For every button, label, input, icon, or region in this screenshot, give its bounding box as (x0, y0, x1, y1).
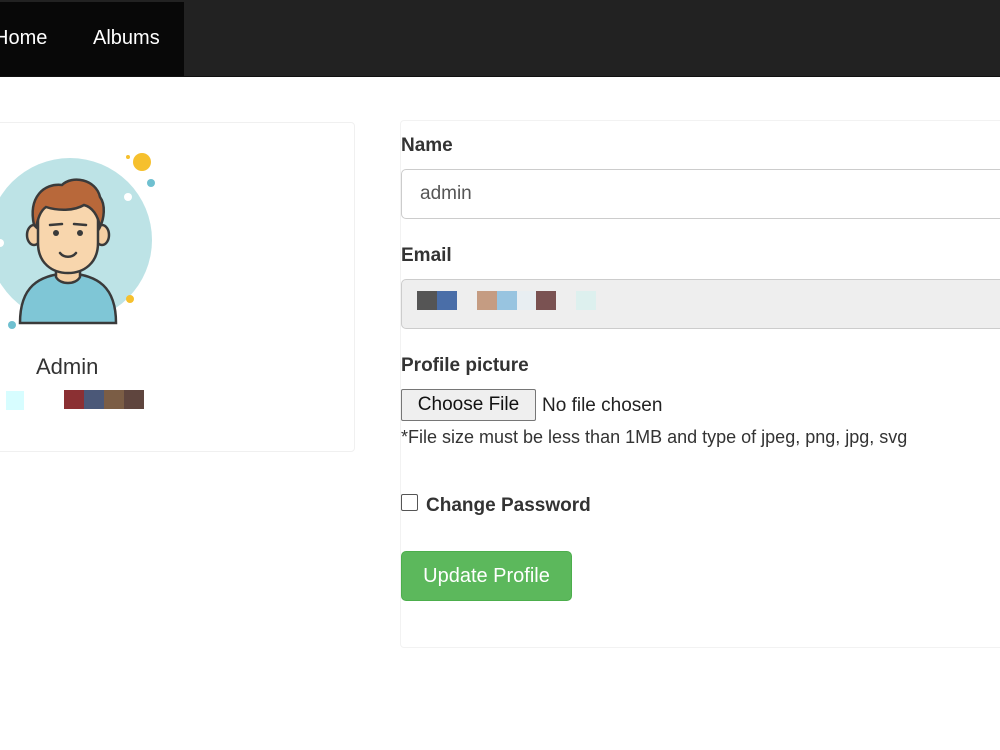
email-label: Email (401, 245, 452, 266)
change-password-label[interactable]: Change Password (426, 495, 591, 517)
name-label: Name (401, 135, 453, 156)
nav-link-home[interactable]: Home (0, 26, 47, 50)
name-input[interactable] (401, 169, 1000, 219)
no-file-chosen-text: No file chosen (542, 395, 663, 416)
email-input[interactable] (401, 279, 1000, 329)
choose-file-button[interactable]: Choose File (401, 389, 536, 421)
profile-name: Admin (36, 354, 99, 379)
change-password-checkbox[interactable] (401, 494, 418, 511)
file-size-hint: *File size must be less than 1MB and typ… (401, 427, 908, 447)
user-avatar-icon (0, 153, 155, 329)
nav-link-albums[interactable]: Albums (93, 26, 160, 50)
profile-picture-label: Profile picture (401, 355, 529, 376)
top-navbar: Home Albums (0, 0, 1000, 77)
update-profile-button[interactable]: Update Profile (401, 551, 572, 601)
